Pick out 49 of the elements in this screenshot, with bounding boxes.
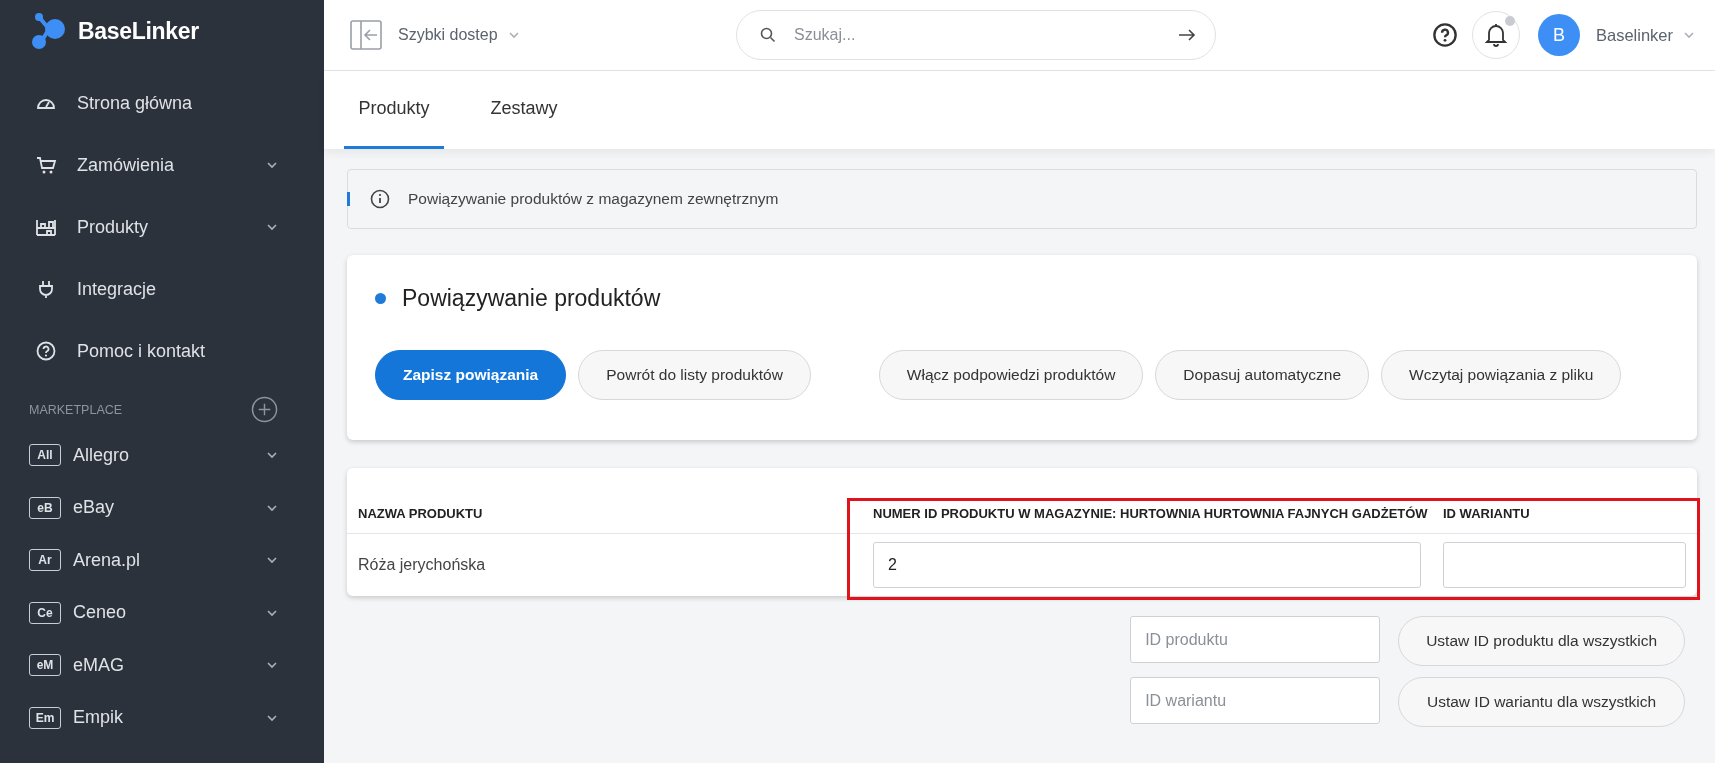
action-button[interactable]: Ustaw ID wariantu dla wszystkich: [1398, 677, 1685, 727]
section-title: MARKETPLACE: [29, 402, 123, 417]
product-id-field[interactable]: 2: [873, 542, 1421, 588]
search-icon: [760, 27, 776, 43]
action-button[interactable]: Powrót do listy produktów: [578, 350, 811, 400]
column-header: ID WARIANTU: [1432, 486, 1697, 534]
help-icon[interactable]: [1431, 22, 1458, 48]
column-header: NUMER ID PRODUKTU W MAGAZYNIE: HURTOWNIA HURTOWNIA FAJNYCH GADŻETÓW: [862, 486, 1432, 534]
marketplace-item[interactable]: All Allegro: [0, 429, 324, 482]
action-button[interactable]: Dopasuj automatyczne: [1155, 350, 1369, 400]
marketplace-item[interactable]: Ce Ceneo: [0, 586, 324, 639]
nav-item[interactable]: Produkty: [0, 196, 324, 258]
column-header: NAZWA PRODUKTU: [347, 486, 862, 534]
logo-text: BaseLinker: [78, 17, 199, 45]
action-button[interactable]: Ustaw ID produktu dla wszystkich: [1398, 616, 1685, 666]
info-icon: [370, 189, 390, 209]
cart-icon: [35, 154, 57, 176]
variant-id-field[interactable]: [1443, 542, 1686, 588]
help-icon: [35, 340, 57, 362]
chevron-down-icon: [507, 31, 520, 39]
product-name: Róża jerychońska: [358, 556, 486, 574]
marketplace-item[interactable]: eM eMAG: [0, 639, 324, 692]
card-title: Powiązywanie produktów: [402, 285, 661, 312]
chevron-down-icon: [1683, 31, 1695, 39]
notifications-button[interactable]: [1471, 11, 1520, 59]
bullet-icon: [375, 293, 386, 304]
user-menu[interactable]: Baselinker: [1595, 25, 1695, 45]
arrow-right-icon[interactable]: [1178, 28, 1196, 42]
action-button[interactable]: Włącz podpowiedzi produktów: [878, 350, 1144, 400]
marketplace-item[interactable]: Em Empik: [0, 691, 324, 744]
tab[interactable]: Zestawy: [474, 71, 574, 149]
input-field[interactable]: ID wariantu: [1130, 677, 1381, 724]
bell-icon: [1484, 23, 1507, 47]
add-icon[interactable]: [251, 396, 278, 423]
marketplace-item[interactable]: Ar Arena.pl: [0, 534, 324, 587]
tab[interactable]: Produkty: [344, 71, 444, 149]
nav-item[interactable]: Zamówienia: [0, 134, 324, 196]
sidebar-toggle-icon[interactable]: [350, 20, 382, 50]
action-button[interactable]: Wczytaj powiązania z pliku: [1381, 350, 1622, 400]
logo-icon: [30, 12, 68, 50]
nav-item[interactable]: Integracje: [0, 258, 324, 320]
search-field[interactable]: Szukaj...: [736, 10, 1216, 60]
quick-access-menu[interactable]: Szybki dostep: [398, 26, 736, 44]
input-field[interactable]: ID produktu: [1130, 616, 1381, 663]
nav-item[interactable]: Strona główna: [0, 72, 324, 134]
save-button[interactable]: Zapisz powiązania: [375, 350, 567, 400]
info-text: Powiązywanie produktów z magazynem zewnętrznym: [408, 190, 779, 208]
marketplace-item[interactable]: eB eBay: [0, 481, 324, 534]
nav-item[interactable]: Pomoc i kontakt: [0, 320, 324, 382]
